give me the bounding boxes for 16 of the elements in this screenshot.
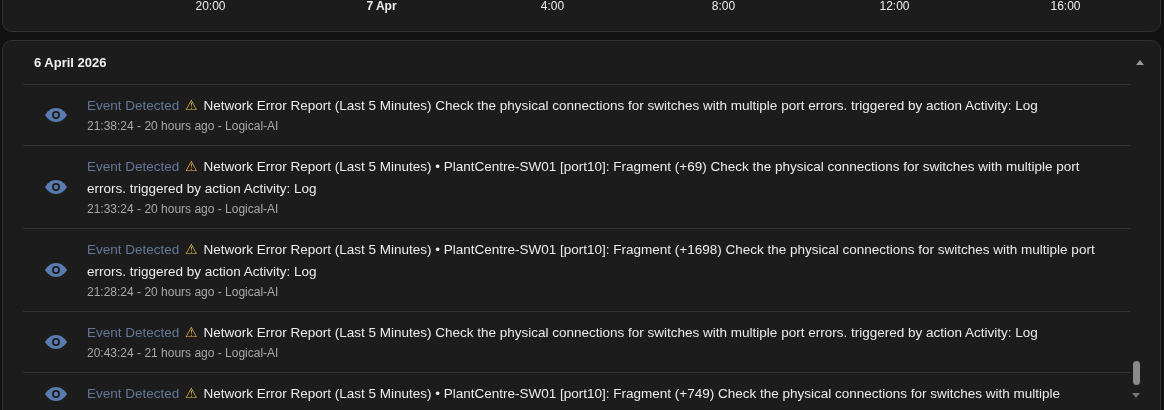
timeline-tick: 12:00 xyxy=(879,0,910,13)
timeline-tick: 4:00 xyxy=(540,0,565,13)
event-meta: 21:28:24 - 20 hours ago - Logical-AI xyxy=(87,284,280,301)
event-text: Event Detected ⚠ Network Error Report (Last 5 Minutes) Check the physical connections for switches with multiple port errors. triggered by action Activity: Log xyxy=(87,323,1039,342)
event-text: Event Detected ⚠ Network Error Report (Last 5 Minutes) Check the physical connections for switches with multiple port errors. triggered by action Activity: Log xyxy=(87,96,1039,115)
day-title: 6 April 2026 xyxy=(34,55,107,70)
event-meta: 20:43:24 - 21 hours ago - Logical-AI xyxy=(87,345,280,362)
event-meta: 21:33:24 - 20 hours ago - Logical-AI xyxy=(87,201,280,218)
timeline-tick: 20:00 xyxy=(195,0,226,13)
timeline-tick: 16:00 xyxy=(1050,0,1081,13)
event-text: Event Detected ⚠ Network Error Report (Last 5 Minutes) • PlantCentre-SW01 [port10]: Fragment (+749) Check the physical connections for switches with multiple xyxy=(87,384,1062,403)
event-text: Event Detected ⚠ Network Error Report (Last 5 Minutes) • PlantCentre-SW01 [port10]: Fragment (+69) Check the physical connections for switches with multiple port errors. triggered by action Activity: Log xyxy=(87,157,1081,198)
event-meta: 21:38:24 - 20 hours ago - Logical-AI xyxy=(87,118,280,135)
timeline-tick: 7 Apr xyxy=(366,0,397,13)
event-text: Event Detected ⚠ Network Error Report (Last 5 Minutes) • PlantCentre-SW01 [port10]: Fragment (+1698) Check the physical connections for switches with multiple port errors. triggered by action Activity: Log xyxy=(87,240,1096,281)
timeline-tick: 8:00 xyxy=(711,0,736,13)
